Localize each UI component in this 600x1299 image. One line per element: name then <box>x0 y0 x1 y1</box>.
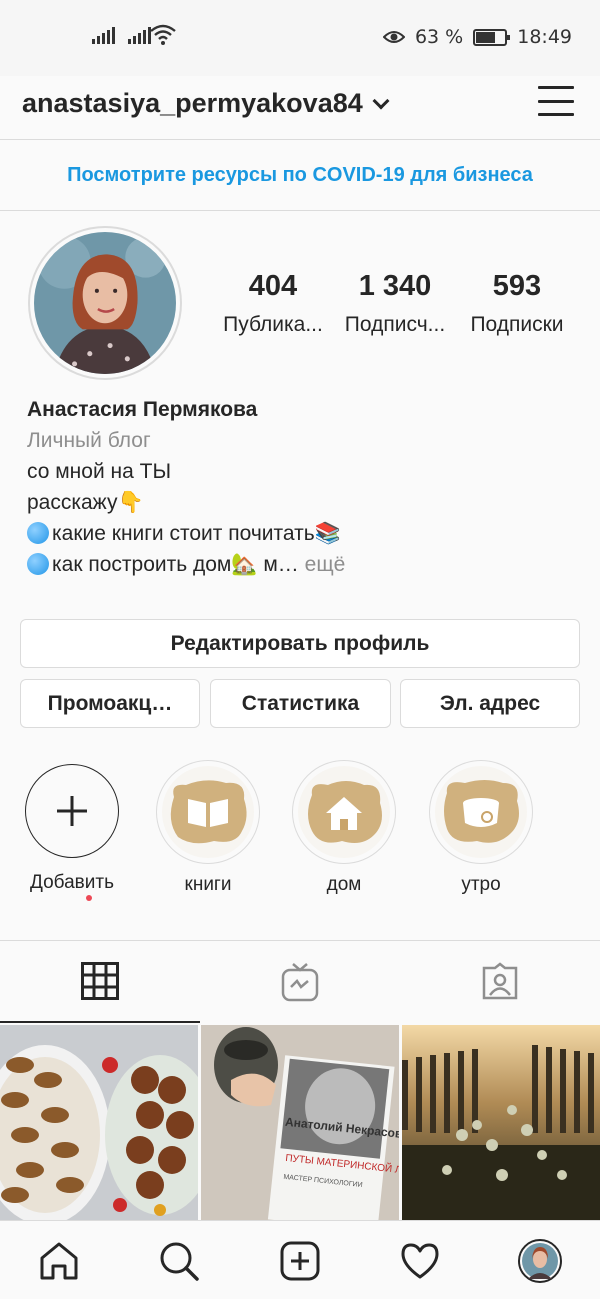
edit-profile-button[interactable]: Редактировать профиль <box>20 619 580 668</box>
profile-header: anastasiya_permyakova84 <box>0 76 600 140</box>
chevron-down-icon <box>372 92 390 109</box>
notification-dot <box>86 895 92 901</box>
clock: 18:49 <box>517 26 572 48</box>
blue-circle-emoji <box>27 522 49 544</box>
plus-icon <box>25 764 119 858</box>
story-highlights: Добавить книги дом утро <box>0 760 600 901</box>
wifi-icon <box>150 24 176 45</box>
tab-igtv[interactable] <box>200 941 400 1023</box>
avatar-photo <box>34 232 176 374</box>
post-thumbnail[interactable]: Анатолий Некрасов ПУТЫ МАТЕРИНСКОЙ ЛЮБВИ… <box>201 1025 399 1220</box>
igtv-icon <box>281 963 319 1002</box>
profile-tabs <box>0 940 600 1023</box>
highlight-books[interactable]: книги <box>153 760 263 896</box>
profile-stats: 404 Публика... 1 340 Подписч... 593 Подп… <box>212 270 592 337</box>
cup-icon <box>444 780 519 843</box>
tab-tagged[interactable] <box>400 941 600 1023</box>
username: anastasiya_permyakova84 <box>22 88 363 118</box>
battery-percent: 63 % <box>414 26 464 48</box>
battery-icon <box>473 28 511 46</box>
activity-icon[interactable] <box>398 1239 442 1283</box>
insights-button[interactable]: Статистика <box>210 679 391 728</box>
posts-count[interactable]: 404 Публика... <box>212 270 334 337</box>
post-thumbnail[interactable] <box>0 1025 198 1220</box>
email-button[interactable]: Эл. адрес <box>400 679 580 728</box>
house-icon <box>308 781 382 843</box>
profile-bio: Анастасия Пермякова Личный блог со мной … <box>27 394 587 580</box>
signal-icon <box>92 26 115 44</box>
search-icon[interactable] <box>157 1239 201 1283</box>
highlight-add[interactable]: Добавить <box>17 760 127 901</box>
followers-count[interactable]: 1 340 Подписч... <box>334 270 456 337</box>
grid-icon <box>81 962 119 1000</box>
highlight-morning[interactable]: утро <box>426 760 536 896</box>
bio-line: как построить дом🏡 м… ещё <box>27 549 587 580</box>
eye-icon <box>382 31 405 43</box>
highlight-home[interactable]: дом <box>289 760 399 896</box>
bio-line: какие книги стоит почитать📚 <box>27 518 587 549</box>
profile-category: Личный блог <box>27 429 151 452</box>
flowers-sunset-photo <box>402 1025 600 1220</box>
blue-circle-emoji <box>27 553 49 575</box>
book-photo: Анатолий Некрасов ПУТЫ МАТЕРИНСКОЙ ЛЮБВИ… <box>201 1025 399 1220</box>
profile-name: Анастасия Пермякова <box>27 398 258 421</box>
new-post-icon[interactable] <box>278 1239 322 1283</box>
avatar[interactable] <box>28 226 182 380</box>
bio-more-link[interactable]: ещё <box>299 553 346 576</box>
bottom-nav <box>0 1220 600 1299</box>
signal-icon <box>128 26 151 44</box>
house-emoji: 🏡 <box>231 553 258 576</box>
pointing-down-emoji: 👇 <box>117 491 144 514</box>
profile-avatar[interactable] <box>518 1239 562 1283</box>
tagged-icon <box>482 962 518 1000</box>
following-count[interactable]: 593 Подписки <box>456 270 578 337</box>
bio-line: расскажу👇 <box>27 491 144 514</box>
menu-icon[interactable] <box>538 84 574 118</box>
book-icon <box>170 780 247 844</box>
promotions-button[interactable]: Промоакц… <box>20 679 200 728</box>
status-bar: 63 % 18:49 <box>0 0 600 76</box>
covid-resources-link[interactable]: Посмотрите ресурсы по COVID-19 для бизне… <box>0 141 600 211</box>
cookies-photo <box>0 1025 198 1220</box>
bio-line: со мной на ТЫ <box>27 460 172 483</box>
posts-grid: Анатолий Некрасов ПУТЫ МАТЕРИНСКОЙ ЛЮБВИ… <box>0 1025 600 1220</box>
tab-grid[interactable] <box>0 941 200 1023</box>
post-thumbnail[interactable] <box>402 1025 600 1220</box>
books-emoji: 📚 <box>314 522 341 545</box>
home-icon[interactable] <box>37 1239 81 1283</box>
account-switcher[interactable]: anastasiya_permyakova84 <box>22 88 390 119</box>
